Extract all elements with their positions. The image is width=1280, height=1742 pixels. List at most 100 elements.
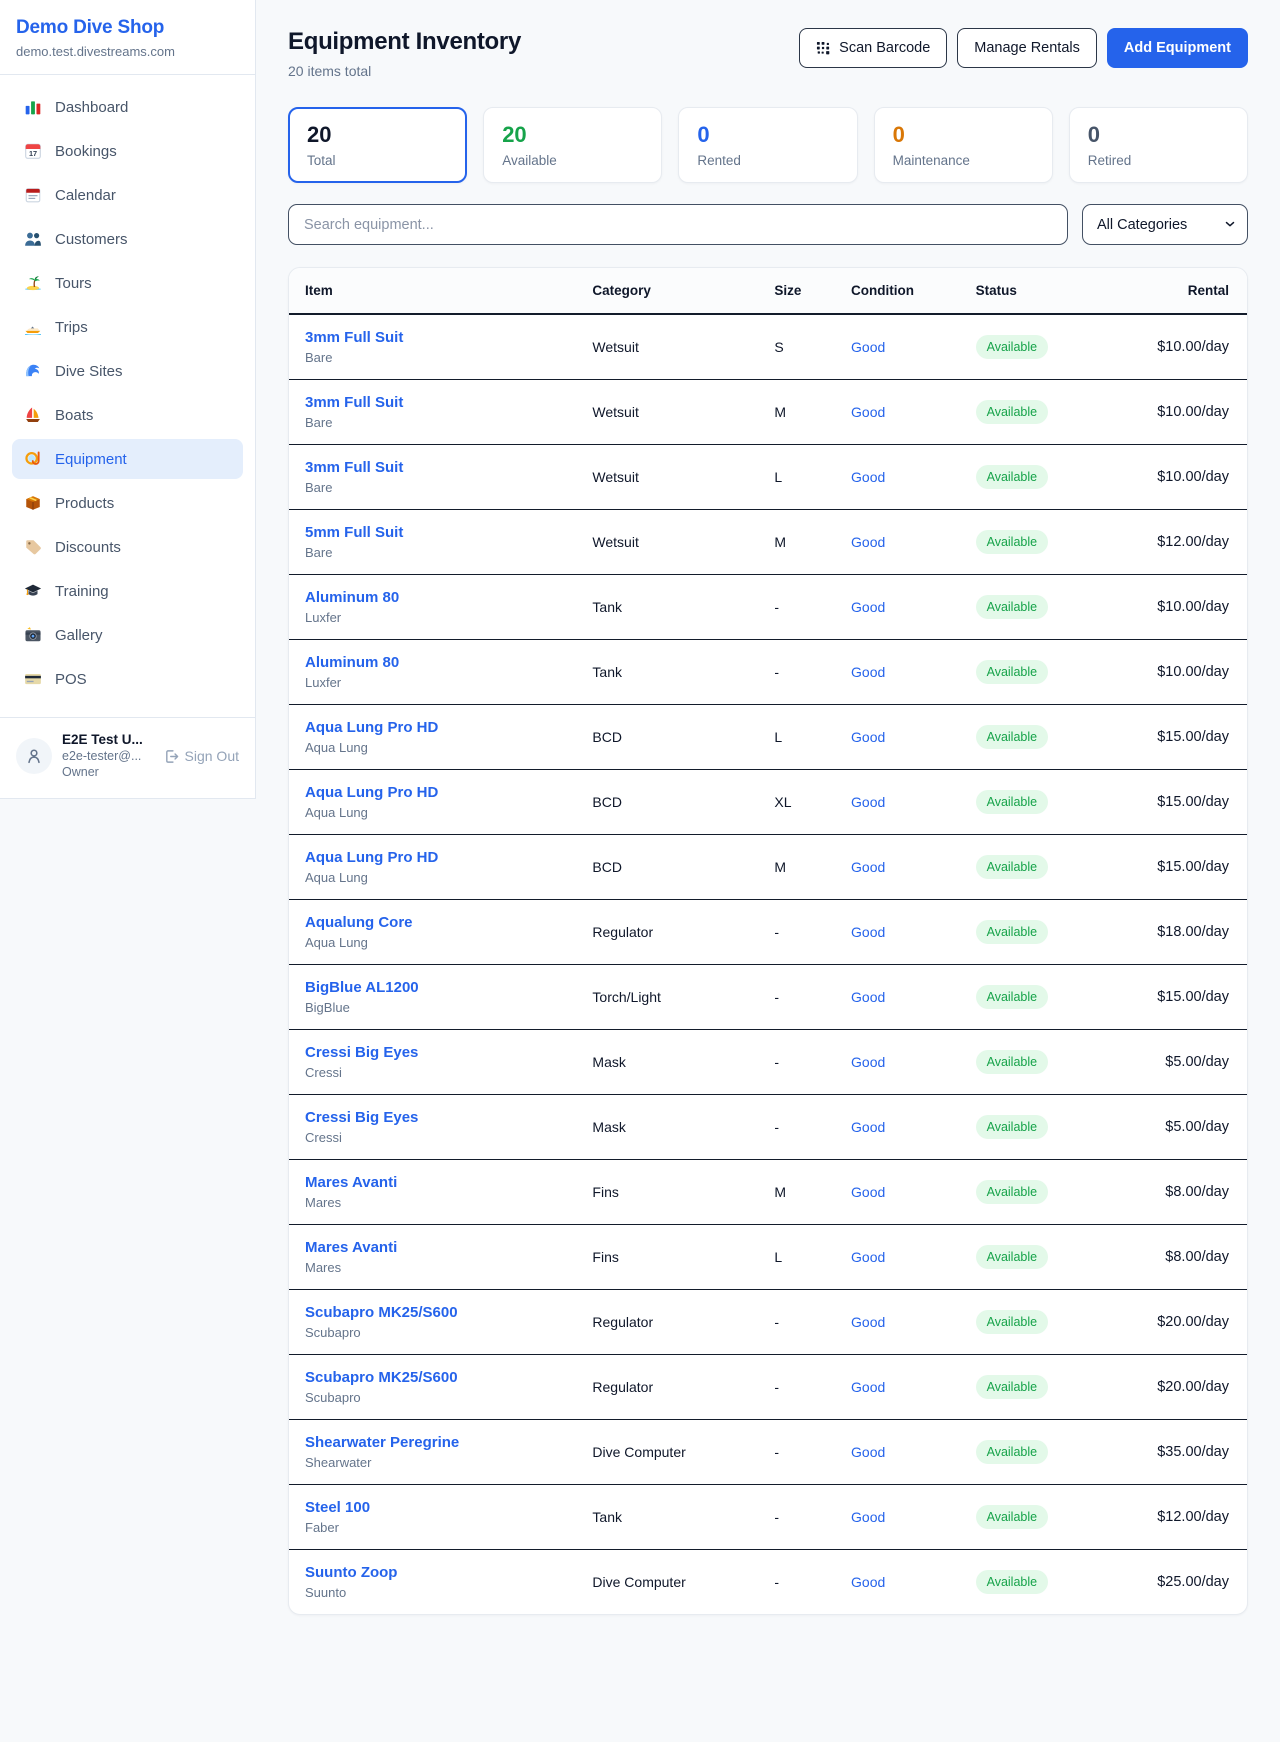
sidebar-item[interactable]: Calendar	[12, 175, 243, 215]
sidebar-item[interactable]: Tours	[12, 263, 243, 303]
sidebar-item[interactable]: Discounts	[12, 527, 243, 567]
item-name-link[interactable]: Aqua Lung Pro HD	[305, 849, 438, 866]
condition-link[interactable]: Good	[851, 859, 885, 875]
stat-card[interactable]: 0 Rented	[678, 107, 857, 183]
item-name-link[interactable]: Mares Avanti	[305, 1239, 397, 1256]
condition-link[interactable]: Good	[851, 469, 885, 485]
sidebar-item[interactable]: Equipment	[12, 439, 243, 479]
table-row: Shearwater Peregrine Shearwater Dive Com…	[289, 1420, 1247, 1485]
sidebar-item[interactable]: Dive Sites	[12, 351, 243, 391]
item-name-link[interactable]: Shearwater Peregrine	[305, 1434, 459, 1451]
sidebar-item[interactable]: Training	[12, 571, 243, 611]
category-cell: Regulator	[576, 1355, 758, 1420]
condition-link[interactable]: Good	[851, 1249, 885, 1265]
stat-card[interactable]: 0 Maintenance	[874, 107, 1053, 183]
item-name-link[interactable]: Cressi Big Eyes	[305, 1109, 418, 1126]
category-cell: Mask	[576, 1030, 758, 1095]
stat-card[interactable]: 0 Retired	[1069, 107, 1248, 183]
category-cell: Dive Computer	[576, 1550, 758, 1615]
condition-link[interactable]: Good	[851, 924, 885, 940]
condition-link[interactable]: Good	[851, 1054, 885, 1070]
item-name-link[interactable]: Steel 100	[305, 1499, 370, 1516]
size-cell: -	[758, 1290, 835, 1355]
add-equipment-button[interactable]: Add Equipment	[1107, 28, 1248, 68]
condition-link[interactable]: Good	[851, 1314, 885, 1330]
stat-card[interactable]: 20 Available	[483, 107, 662, 183]
condition-link[interactable]: Good	[851, 989, 885, 1005]
rental-cell: $15.00/day	[1113, 835, 1247, 900]
status-cell: Available	[960, 510, 1113, 575]
status-badge: Available	[976, 1180, 1049, 1204]
status-cell: Available	[960, 1420, 1113, 1485]
item-cell: Scubapro MK25/S600 Scubapro	[289, 1355, 576, 1420]
table-row: Scubapro MK25/S600 Scubapro Regulator - …	[289, 1355, 1247, 1420]
item-name-link[interactable]: Cressi Big Eyes	[305, 1044, 418, 1061]
item-cell: Aqua Lung Pro HD Aqua Lung	[289, 770, 576, 835]
shop-name: Demo Dive Shop	[16, 17, 239, 39]
condition-cell: Good	[835, 835, 960, 900]
item-name-link[interactable]: Aluminum 80	[305, 589, 399, 606]
condition-link[interactable]: Good	[851, 1444, 885, 1460]
sidebar-item[interactable]: Gallery	[12, 615, 243, 655]
condition-link[interactable]: Good	[851, 1509, 885, 1525]
condition-link[interactable]: Good	[851, 664, 885, 680]
item-cell: Shearwater Peregrine Shearwater	[289, 1420, 576, 1485]
condition-link[interactable]: Good	[851, 1574, 885, 1590]
sidebar-item[interactable]: Bookings	[12, 131, 243, 171]
item-name-link[interactable]: Scubapro MK25/S600	[305, 1304, 458, 1321]
item-brand: Luxfer	[305, 610, 560, 625]
condition-link[interactable]: Good	[851, 1119, 885, 1135]
category-select[interactable]: All Categories	[1082, 204, 1248, 245]
condition-link[interactable]: Good	[851, 404, 885, 420]
item-name-link[interactable]: 3mm Full Suit	[305, 329, 403, 346]
search-input[interactable]	[288, 204, 1068, 245]
condition-cell: Good	[835, 1550, 960, 1615]
size-cell: -	[758, 1485, 835, 1550]
sidebar-item[interactable]: POS	[12, 659, 243, 699]
sign-out-button[interactable]: Sign Out	[164, 748, 239, 764]
sidebar-item[interactable]: Boats	[12, 395, 243, 435]
condition-cell: Good	[835, 575, 960, 640]
sidebar-item-label: Trips	[55, 319, 88, 336]
column-header-size: Size	[758, 268, 835, 314]
status-cell: Available	[960, 380, 1113, 445]
item-name-link[interactable]: 5mm Full Suit	[305, 524, 403, 541]
sidebar-item[interactable]: Customers	[12, 219, 243, 259]
item-name-link[interactable]: Suunto Zoop	[305, 1564, 397, 1581]
condition-link[interactable]: Good	[851, 599, 885, 615]
item-name-link[interactable]: Aluminum 80	[305, 654, 399, 671]
sidebar-item[interactable]: Dashboard	[12, 87, 243, 127]
condition-link[interactable]: Good	[851, 339, 885, 355]
item-name-link[interactable]: 3mm Full Suit	[305, 459, 403, 476]
category-cell: BCD	[576, 770, 758, 835]
status-badge: Available	[976, 725, 1049, 749]
page-header-text: Equipment Inventory 20 items total	[288, 28, 521, 79]
condition-link[interactable]: Good	[851, 534, 885, 550]
item-name-link[interactable]: Mares Avanti	[305, 1174, 397, 1191]
sidebar-item-label: Boats	[55, 407, 93, 424]
sidebar-item[interactable]: Products	[12, 483, 243, 523]
stat-card[interactable]: 20 Total	[288, 107, 467, 183]
status-cell: Available	[960, 770, 1113, 835]
sidebar-item[interactable]: Trips	[12, 307, 243, 347]
manage-rentals-button[interactable]: Manage Rentals	[957, 28, 1097, 68]
condition-link[interactable]: Good	[851, 1184, 885, 1200]
scan-barcode-button[interactable]: Scan Barcode	[799, 28, 947, 68]
status-badge: Available	[976, 660, 1049, 684]
condition-link[interactable]: Good	[851, 794, 885, 810]
item-name-link[interactable]: BigBlue AL1200	[305, 979, 419, 996]
sidebar-item-icon	[24, 670, 42, 688]
item-name-link[interactable]: Aqualung Core	[305, 914, 413, 931]
condition-cell: Good	[835, 1030, 960, 1095]
size-cell: M	[758, 1160, 835, 1225]
condition-link[interactable]: Good	[851, 729, 885, 745]
stats-row: 20 Total 20 Available 0 Rented 0 Mainten…	[288, 107, 1248, 183]
table-row: 3mm Full Suit Bare Wetsuit M Good Availa…	[289, 380, 1247, 445]
item-brand: Shearwater	[305, 1455, 560, 1470]
rental-cell: $10.00/day	[1113, 314, 1247, 380]
item-name-link[interactable]: 3mm Full Suit	[305, 394, 403, 411]
condition-link[interactable]: Good	[851, 1379, 885, 1395]
item-name-link[interactable]: Aqua Lung Pro HD	[305, 719, 438, 736]
item-name-link[interactable]: Aqua Lung Pro HD	[305, 784, 438, 801]
item-name-link[interactable]: Scubapro MK25/S600	[305, 1369, 458, 1386]
